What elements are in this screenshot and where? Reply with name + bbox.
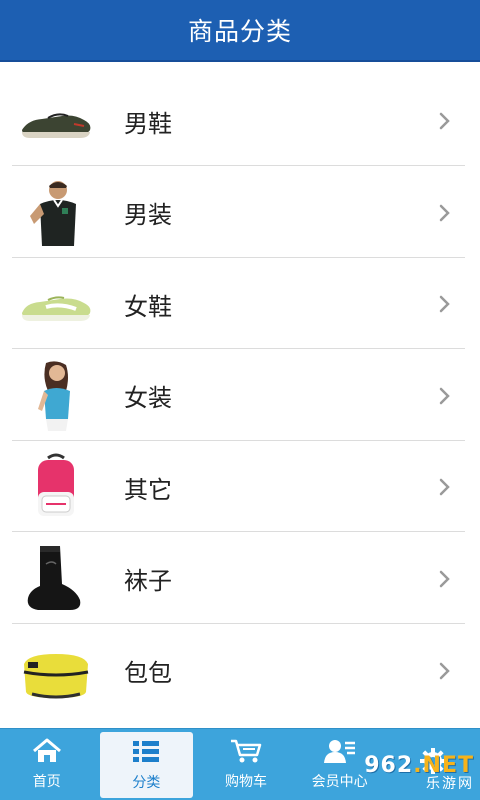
chevron-right-icon: [439, 351, 451, 441]
category-row-mens-shoes[interactable]: 男鞋: [12, 76, 465, 166]
site-watermark: 962.NET 乐游网: [344, 752, 474, 796]
tab-home[interactable]: 首页: [0, 729, 94, 800]
tab-cart[interactable]: 购物车: [199, 729, 293, 800]
tab-label-category: 分类: [132, 774, 161, 791]
category-row-womens-shoes[interactable]: 女鞋: [12, 259, 465, 350]
header-bar: 商品分类: [0, 0, 480, 62]
category-row-bags[interactable]: 包包: [12, 626, 465, 716]
tab-label-home: 首页: [32, 774, 61, 790]
mens-shoe-image: [18, 86, 94, 158]
category-row-mens-clothing[interactable]: 男装: [12, 168, 465, 258]
cart-icon: [229, 738, 263, 768]
watermark-bottom: 乐游网: [426, 776, 474, 792]
chevron-right-icon: [439, 168, 451, 258]
chevron-right-icon: [439, 626, 451, 716]
category-label-mens-clothing: 男装: [124, 201, 172, 230]
category-label-other: 其它: [124, 475, 172, 504]
chevron-right-icon: [439, 534, 451, 624]
womens-shoe-image: [18, 269, 94, 341]
backpack-image: [18, 452, 94, 524]
category-list: 男鞋 男装 女鞋 女装 其它 袜子 包包: [12, 76, 465, 717]
category-label-mens-shoes: 男鞋: [124, 109, 172, 138]
watermark-accent: .NET: [413, 753, 474, 778]
tab-category[interactable]: 分类: [99, 732, 194, 798]
app-screen: 商品分类 男鞋 男装 女鞋 女装 其它 袜子 包包 首页 分类 购物车 会员中心…: [0, 0, 480, 800]
chevron-right-icon: [439, 259, 451, 349]
womens-clothing-image: [18, 361, 94, 433]
sock-image: [18, 544, 94, 616]
page-title: 商品分类: [187, 17, 292, 46]
bottom-tab-bar: 首页 分类 购物车 会员中心 962.NET 乐游网: [0, 728, 480, 800]
category-list-icon: [131, 739, 161, 769]
tab-label-cart: 购物车: [224, 774, 267, 790]
category-label-socks: 袜子: [124, 567, 172, 596]
watermark-top: 962.NET: [364, 753, 474, 778]
bag-image: [18, 636, 94, 708]
category-label-womens-clothing: 女装: [124, 384, 172, 413]
category-row-other[interactable]: 其它: [12, 442, 465, 533]
category-label-bags: 包包: [124, 659, 172, 688]
mens-clothing-image: [18, 178, 94, 250]
home-icon: [32, 738, 62, 768]
chevron-right-icon: [439, 442, 451, 532]
category-label-womens-shoes: 女鞋: [124, 292, 172, 321]
category-row-socks[interactable]: 袜子: [12, 534, 465, 624]
chevron-right-icon: [439, 76, 451, 166]
category-row-womens-clothing[interactable]: 女装: [12, 351, 465, 441]
watermark-number: 962: [364, 753, 414, 778]
